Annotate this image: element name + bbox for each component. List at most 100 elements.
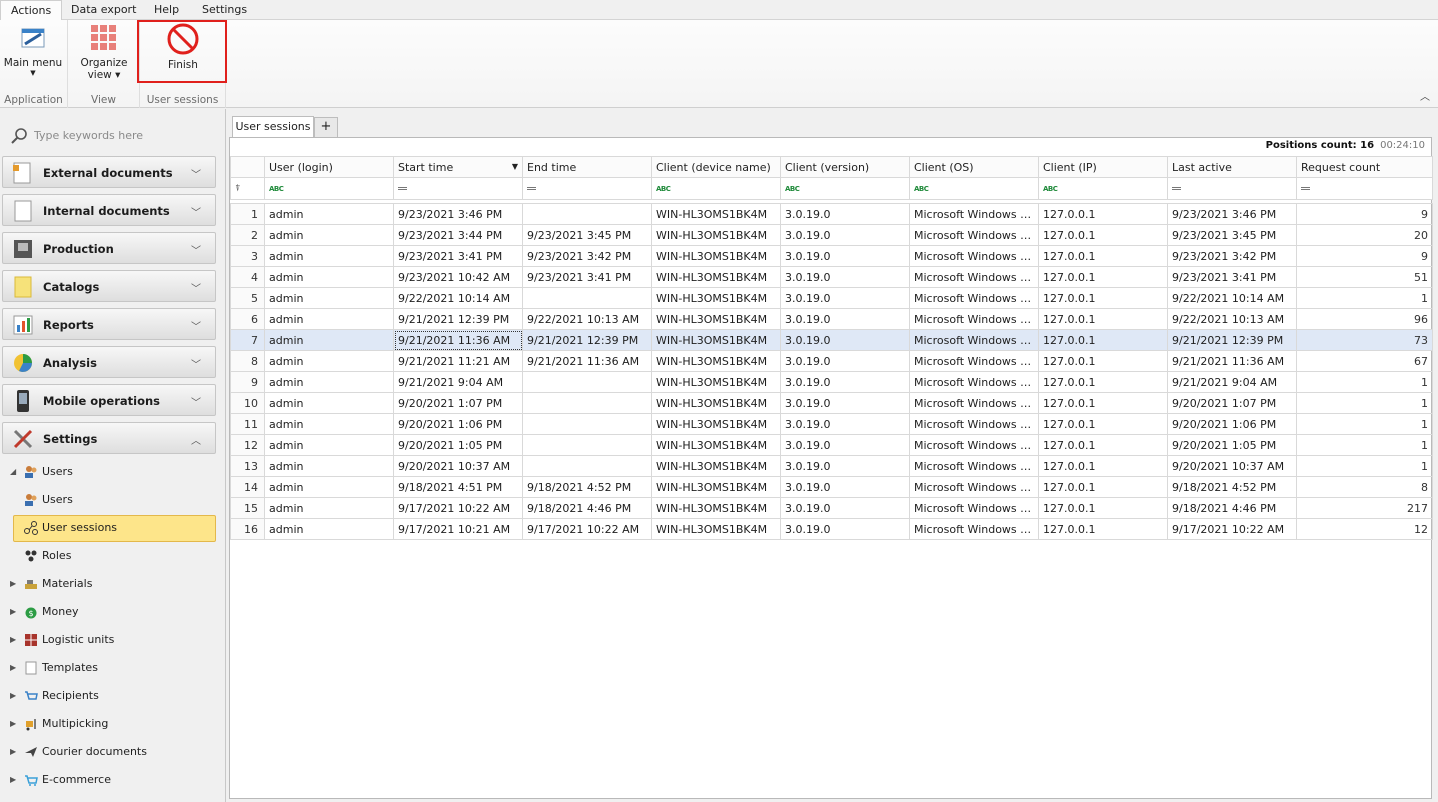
filter-request-count[interactable] xyxy=(1296,177,1433,200)
cell-user-login[interactable]: admin xyxy=(264,455,394,477)
cell-client-ip[interactable]: 127.0.0.1 xyxy=(1038,308,1168,330)
cell-client-device[interactable]: WIN-HL3OMS1BK4M xyxy=(651,224,781,246)
cell-request-count[interactable]: 1 xyxy=(1296,371,1433,393)
cell-row-number[interactable]: 3 xyxy=(230,245,265,267)
cell-client-version[interactable]: 3.0.19.0 xyxy=(780,455,910,477)
col-last-active[interactable]: Last active xyxy=(1167,156,1297,178)
cell-last-active[interactable]: 9/20/2021 1:07 PM xyxy=(1167,392,1297,414)
filter-start-time[interactable] xyxy=(393,177,523,200)
cell-request-count[interactable]: 9 xyxy=(1296,245,1433,267)
cell-last-active[interactable]: 9/23/2021 3:46 PM xyxy=(1167,203,1297,225)
cell-client-ip[interactable]: 127.0.0.1 xyxy=(1038,329,1168,351)
expand-arrow-icon[interactable]: ▶ xyxy=(10,602,16,622)
cell-last-active[interactable]: 9/22/2021 10:14 AM xyxy=(1167,287,1297,309)
cell-client-ip[interactable]: 127.0.0.1 xyxy=(1038,413,1168,435)
table-row[interactable]: 3 admin 9/23/2021 3:41 PM 9/23/2021 3:42 PM… xyxy=(230,245,1433,267)
cell-row-number[interactable]: 6 xyxy=(230,308,265,330)
cell-end-time[interactable]: 9/21/2021 11:36 AM xyxy=(522,350,652,372)
cell-client-device[interactable]: WIN-HL3OMS1BK4M xyxy=(651,497,781,519)
cell-user-login[interactable]: admin xyxy=(264,476,394,498)
cell-start-time[interactable]: 9/17/2021 10:21 AM xyxy=(393,518,523,540)
tab-actions[interactable]: Actions xyxy=(0,0,63,21)
col-request-count[interactable]: Request count xyxy=(1296,156,1433,178)
cell-client-device[interactable]: WIN-HL3OMS1BK4M xyxy=(651,308,781,330)
tab-data-export[interactable]: Data export xyxy=(61,0,146,20)
cell-client-os[interactable]: Microsoft Windows NT ... xyxy=(909,497,1039,519)
cell-request-count[interactable]: 73 xyxy=(1296,329,1433,351)
cell-client-device[interactable]: WIN-HL3OMS1BK4M xyxy=(651,392,781,414)
cell-client-version[interactable]: 3.0.19.0 xyxy=(780,518,910,540)
cell-client-os[interactable]: Microsoft Windows NT ... xyxy=(909,518,1039,540)
cell-row-number[interactable]: 8 xyxy=(230,350,265,372)
tree-item-templates[interactable]: ▶ Templates xyxy=(10,658,210,678)
expand-arrow-icon[interactable]: ▶ xyxy=(10,658,16,678)
cell-last-active[interactable]: 9/20/2021 1:06 PM xyxy=(1167,413,1297,435)
cell-client-ip[interactable]: 127.0.0.1 xyxy=(1038,203,1168,225)
cell-client-os[interactable]: Microsoft Windows NT ... xyxy=(909,287,1039,309)
cell-request-count[interactable]: 1 xyxy=(1296,392,1433,414)
cell-start-time[interactable]: 9/21/2021 11:21 AM xyxy=(393,350,523,372)
cell-last-active[interactable]: 9/20/2021 10:37 AM xyxy=(1167,455,1297,477)
table-row[interactable]: 9 admin 9/21/2021 9:04 AM WIN-HL3OMS1BK4M 3.… xyxy=(230,371,1433,393)
cell-request-count[interactable]: 12 xyxy=(1296,518,1433,540)
cell-end-time[interactable]: 9/18/2021 4:46 PM xyxy=(522,497,652,519)
cell-client-version[interactable]: 3.0.19.0 xyxy=(780,266,910,288)
cell-user-login[interactable]: admin xyxy=(264,350,394,372)
cell-request-count[interactable]: 8 xyxy=(1296,476,1433,498)
filter-end-time[interactable] xyxy=(522,177,652,200)
cell-client-ip[interactable]: 127.0.0.1 xyxy=(1038,497,1168,519)
cell-end-time[interactable]: 9/22/2021 10:13 AM xyxy=(522,308,652,330)
cell-request-count[interactable]: 96 xyxy=(1296,308,1433,330)
collapse-arrow-icon[interactable]: ◢ xyxy=(10,462,16,482)
cell-end-time[interactable] xyxy=(522,434,652,456)
cell-row-number[interactable]: 15 xyxy=(230,497,265,519)
cell-last-active[interactable]: 9/23/2021 3:45 PM xyxy=(1167,224,1297,246)
cell-client-os[interactable]: Microsoft Windows NT ... xyxy=(909,434,1039,456)
table-row[interactable]: 11 admin 9/20/2021 1:06 PM WIN-HL3OMS1BK4M 3… xyxy=(230,413,1433,435)
nav-reports[interactable]: Reports ﹀ xyxy=(2,308,216,340)
cell-user-login[interactable]: admin xyxy=(264,203,394,225)
cell-end-time[interactable] xyxy=(522,413,652,435)
cell-user-login[interactable]: admin xyxy=(264,371,394,393)
cell-start-time[interactable]: 9/20/2021 1:05 PM xyxy=(393,434,523,456)
filter-last-active[interactable] xyxy=(1167,177,1297,200)
tree-item-ecommerce[interactable]: ▶ E-commerce xyxy=(10,770,210,790)
cell-last-active[interactable]: 9/23/2021 3:41 PM xyxy=(1167,266,1297,288)
cell-start-time[interactable]: 9/18/2021 4:51 PM xyxy=(393,476,523,498)
cell-client-device[interactable]: WIN-HL3OMS1BK4M xyxy=(651,203,781,225)
cell-client-ip[interactable]: 127.0.0.1 xyxy=(1038,266,1168,288)
cell-client-version[interactable]: 3.0.19.0 xyxy=(780,371,910,393)
cell-client-device[interactable]: WIN-HL3OMS1BK4M xyxy=(651,329,781,351)
tree-item-users-group[interactable]: ◢ Users xyxy=(10,462,210,482)
cell-client-ip[interactable]: 127.0.0.1 xyxy=(1038,434,1168,456)
search-input[interactable] xyxy=(8,125,218,145)
cell-end-time[interactable]: 9/23/2021 3:45 PM xyxy=(522,224,652,246)
cell-client-version[interactable]: 3.0.19.0 xyxy=(780,350,910,372)
cell-end-time[interactable] xyxy=(522,203,652,225)
cell-row-number[interactable]: 7 xyxy=(230,329,265,351)
cell-row-number[interactable]: 13 xyxy=(230,455,265,477)
table-row[interactable]: 4 admin 9/23/2021 10:42 AM 9/23/2021 3:41 P… xyxy=(230,266,1433,288)
tab-user-sessions[interactable]: User sessions xyxy=(232,116,314,138)
cell-request-count[interactable]: 20 xyxy=(1296,224,1433,246)
cell-user-login[interactable]: admin xyxy=(264,497,394,519)
cell-start-time[interactable]: 9/23/2021 3:41 PM xyxy=(393,245,523,267)
cell-last-active[interactable]: 9/20/2021 1:05 PM xyxy=(1167,434,1297,456)
table-row[interactable]: 7 admin 9/21/2021 11:36 AM 9/21/2021 12:39 … xyxy=(230,329,1433,351)
cell-user-login[interactable]: admin xyxy=(264,308,394,330)
cell-start-time[interactable]: 9/23/2021 3:46 PM xyxy=(393,203,523,225)
tree-item-money[interactable]: ▶ $ Money xyxy=(10,602,210,622)
filter-user-login[interactable]: ABC xyxy=(264,177,394,200)
cell-client-os[interactable]: Microsoft Windows NT ... xyxy=(909,245,1039,267)
cell-request-count[interactable]: 51 xyxy=(1296,266,1433,288)
cell-client-ip[interactable]: 127.0.0.1 xyxy=(1038,371,1168,393)
cell-row-number[interactable]: 9 xyxy=(230,371,265,393)
cell-client-device[interactable]: WIN-HL3OMS1BK4M xyxy=(651,413,781,435)
cell-start-time[interactable]: 9/21/2021 12:39 PM xyxy=(393,308,523,330)
cell-start-time[interactable]: 9/23/2021 3:44 PM xyxy=(393,224,523,246)
cell-client-device[interactable]: WIN-HL3OMS1BK4M xyxy=(651,371,781,393)
cell-request-count[interactable]: 67 xyxy=(1296,350,1433,372)
cell-request-count[interactable]: 9 xyxy=(1296,203,1433,225)
cell-row-number[interactable]: 12 xyxy=(230,434,265,456)
organize-view-button[interactable]: Organize view ▾ xyxy=(74,22,134,81)
